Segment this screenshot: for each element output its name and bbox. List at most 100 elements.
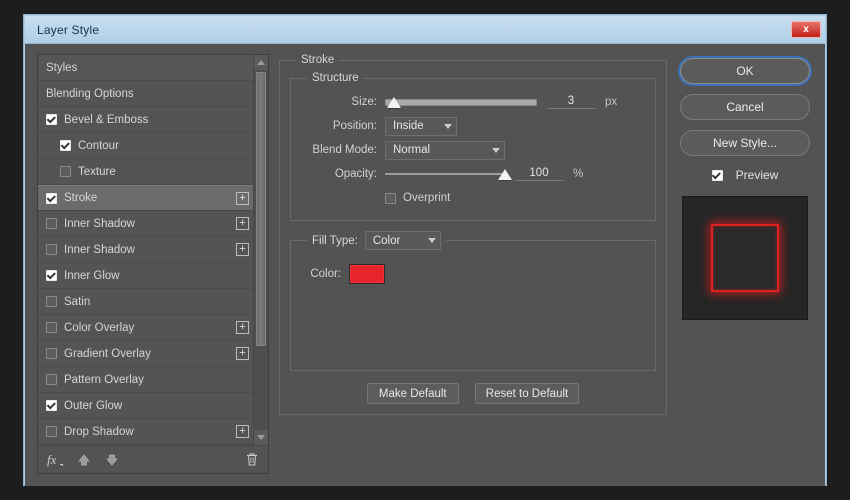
styles-scrollbar[interactable] <box>253 55 268 445</box>
style-list-item-label: Inner Glow <box>64 269 120 282</box>
cancel-button[interactable]: Cancel <box>680 94 810 120</box>
style-list-item-label: Bevel & Emboss <box>64 113 149 126</box>
checkbox-icon[interactable] <box>46 400 57 411</box>
opacity-unit: % <box>573 168 584 180</box>
style-list-item-gradient-overlay[interactable]: Gradient Overlay + <box>38 341 253 367</box>
chevron-down-icon <box>427 238 436 243</box>
checkbox-icon[interactable] <box>60 166 71 177</box>
add-effect-plus-icon[interactable]: + <box>236 425 249 438</box>
scrollbar-thumb[interactable] <box>256 72 266 346</box>
actions-column: OK Cancel New Style... Preview <box>677 54 813 474</box>
new-style-button[interactable]: New Style... <box>680 130 810 156</box>
checkbox-icon[interactable] <box>60 140 71 151</box>
checkbox-icon[interactable] <box>46 426 57 437</box>
checkbox-icon[interactable] <box>46 192 57 204</box>
close-icon[interactable]: x <box>791 21 821 38</box>
opacity-input[interactable]: 100 <box>515 167 563 181</box>
style-list-item-label: Drop Shadow <box>64 425 134 438</box>
opacity-label: Opacity: <box>334 168 377 180</box>
style-list-item-label: Outer Glow <box>64 399 123 412</box>
position-dropdown[interactable]: Inside <box>385 116 457 136</box>
style-list-item-inner-shadow[interactable]: Inner Shadow + <box>38 237 253 263</box>
fill-type-label: Fill Type: <box>312 234 358 247</box>
dialog-titlebar[interactable]: Layer Style x <box>25 16 825 44</box>
size-input[interactable]: 3 <box>547 95 595 109</box>
size-slider[interactable] <box>385 94 537 110</box>
checkbox-icon[interactable] <box>711 169 723 181</box>
blend-mode-dropdown[interactable]: Normal <box>385 140 505 160</box>
effects-toolbar: fx <box>38 445 268 473</box>
style-list-item-label: Satin <box>64 295 91 308</box>
fx-icon[interactable]: fx <box>47 453 63 467</box>
fill-type-dropdown[interactable]: Color <box>364 231 441 250</box>
style-list-item-blending-options[interactable]: Blending Options <box>38 81 253 107</box>
blend-mode-row: Blend Mode: Normal <box>301 138 645 162</box>
arrow-up-icon[interactable] <box>77 453 91 467</box>
checkbox-icon[interactable] <box>46 270 57 281</box>
stroke-settings-column: Stroke Structure Size: 3 px Position: In… <box>279 54 667 474</box>
style-list-item-bevel-emboss[interactable]: Bevel & Emboss <box>38 107 253 133</box>
overprint-checkbox[interactable]: Overprint <box>385 192 450 204</box>
preview-thumbnail <box>682 196 808 320</box>
style-list-item-texture[interactable]: Texture <box>38 159 253 185</box>
style-list-item-label: Pattern Overlay <box>64 373 144 386</box>
add-effect-plus-icon[interactable]: + <box>236 321 249 334</box>
add-effect-plus-icon[interactable]: + <box>236 217 249 230</box>
scroll-down-arrow-icon[interactable] <box>254 430 268 445</box>
color-row: Color: <box>301 262 645 286</box>
styles-column: Styles Blending Options Bevel & Emboss Cont… <box>37 54 269 474</box>
dialog-title: Layer Style <box>37 22 100 37</box>
preview-checkbox[interactable]: Preview <box>711 168 778 182</box>
checkbox-icon[interactable] <box>46 296 57 307</box>
chevron-down-icon <box>492 147 500 153</box>
checkbox-icon[interactable] <box>46 244 57 255</box>
scrollbar-track[interactable] <box>254 70 268 430</box>
style-list-item-label: Stroke <box>64 192 98 204</box>
color-swatch[interactable] <box>349 264 385 284</box>
checkbox-icon[interactable] <box>46 322 57 333</box>
style-list-item-pattern-overlay[interactable]: Pattern Overlay <box>38 367 253 393</box>
add-effect-plus-icon[interactable]: + <box>236 243 249 256</box>
chevron-down-icon <box>444 123 452 129</box>
blend-mode-label: Blend Mode: <box>312 144 377 156</box>
style-list-item-inner-glow[interactable]: Inner Glow <box>38 263 253 289</box>
structure-group: Structure Size: 3 px Position: Inside Bl… <box>290 72 656 221</box>
scroll-up-arrow-icon[interactable] <box>254 55 268 70</box>
size-slider-thumb[interactable] <box>387 97 402 108</box>
style-list-item-label: Texture <box>78 165 116 178</box>
size-row: Size: 3 px <box>301 90 645 114</box>
styles-list: Styles Blending Options Bevel & Emboss Cont… <box>38 55 253 445</box>
style-list-item-drop-shadow[interactable]: Drop Shadow + <box>38 419 253 445</box>
checkbox-icon[interactable] <box>385 192 396 204</box>
checkbox-icon[interactable] <box>46 218 57 229</box>
style-list-item-styles[interactable]: Styles <box>38 55 253 81</box>
reset-to-default-button[interactable]: Reset to Default <box>474 383 580 404</box>
trash-icon[interactable] <box>245 452 259 467</box>
dialog-body: Styles Blending Options Bevel & Emboss Cont… <box>25 44 825 486</box>
style-list-item-satin[interactable]: Satin <box>38 289 253 315</box>
opacity-slider[interactable] <box>385 166 512 182</box>
blend-mode-value: Normal <box>393 144 431 156</box>
position-row: Position: Inside <box>301 114 645 138</box>
add-effect-plus-icon[interactable]: + <box>236 191 249 205</box>
style-list-item-outer-glow[interactable]: Outer Glow <box>38 393 253 419</box>
checkbox-icon[interactable] <box>46 374 57 385</box>
style-list-item-color-overlay[interactable]: Color Overlay + <box>38 315 253 341</box>
ok-button[interactable]: OK <box>680 58 810 84</box>
opacity-slider-thumb[interactable] <box>498 169 512 180</box>
add-effect-plus-icon[interactable]: + <box>236 347 249 360</box>
style-list-item-contour[interactable]: Contour <box>38 133 253 159</box>
checkbox-icon[interactable] <box>46 348 57 359</box>
fill-type-group: Fill Type: Color Color: <box>290 231 656 371</box>
style-list-item-label: Styles <box>46 61 78 74</box>
make-default-button[interactable]: Make Default <box>366 383 459 404</box>
size-unit: px <box>605 96 618 108</box>
style-list-item-stroke[interactable]: Stroke + <box>38 185 253 211</box>
opacity-row: Opacity: 100 % <box>301 162 645 186</box>
style-list-item-inner-shadow[interactable]: Inner Shadow + <box>38 211 253 237</box>
structure-group-legend: Structure <box>312 72 359 84</box>
size-slider-track <box>385 98 537 106</box>
style-list-item-label: Contour <box>78 139 119 152</box>
checkbox-icon[interactable] <box>46 114 57 125</box>
arrow-down-icon[interactable] <box>105 453 119 467</box>
